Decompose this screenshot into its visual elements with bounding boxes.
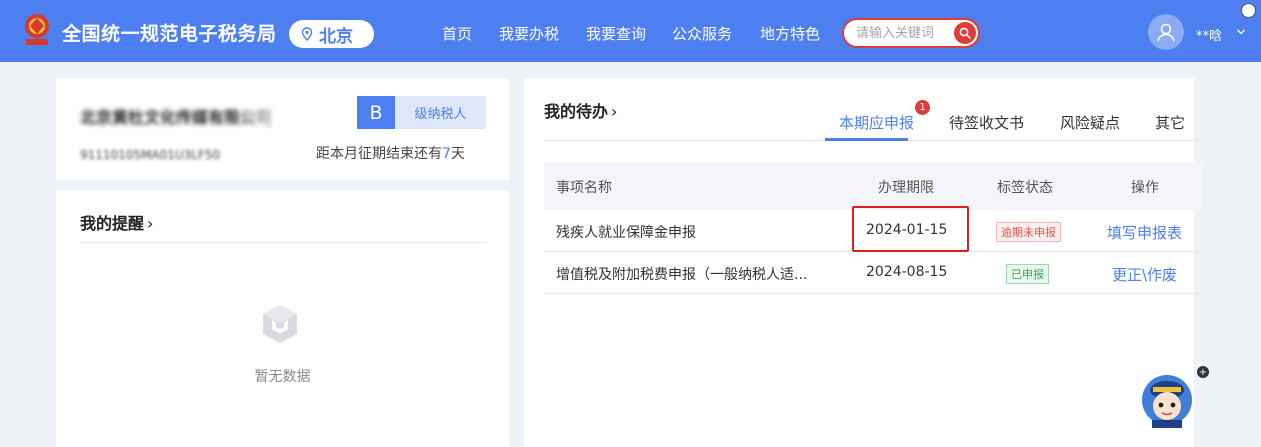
nav-query[interactable]: 我要查询 bbox=[586, 23, 646, 44]
column-header-name: 事项名称 bbox=[556, 180, 612, 196]
item-name: 残疾人就业保障金申报 bbox=[556, 225, 696, 241]
active-tab-indicator bbox=[825, 138, 908, 141]
deadline-prefix: 距本月征期结束还有 bbox=[316, 146, 442, 162]
city-selector[interactable]: 北京 bbox=[289, 20, 374, 48]
nav-local-features[interactable]: 地方特色 bbox=[760, 23, 820, 44]
user-avatar-icon bbox=[1157, 23, 1175, 42]
city-label: 北京 bbox=[319, 26, 353, 47]
search-icon bbox=[959, 27, 971, 39]
nav-home[interactable]: 首页 bbox=[442, 23, 472, 44]
tab-badge-count: 1 bbox=[915, 100, 930, 115]
reminder-card: 我的提醒 › 暂无数据 bbox=[56, 190, 509, 447]
site-title[interactable]: 全国统一规范电子税务局 bbox=[62, 19, 277, 46]
reminder-title: 我的提醒 bbox=[80, 214, 145, 233]
tax-id: 91110105MA01U3LF50 bbox=[80, 144, 270, 162]
todo-table-header: 事项名称 办理期限 标签状态 操作 bbox=[544, 162, 1202, 210]
taxpayer-level-text: 级纳税人 bbox=[395, 96, 486, 129]
company-card: 北京黄杜文化传媒有限公司 B 级纳税人 91110105MA01U3LF50 距… bbox=[56, 78, 509, 180]
taxpayer-level-letter: B bbox=[357, 96, 395, 129]
tax-emblem-icon[interactable] bbox=[20, 12, 54, 48]
column-header-action: 操作 bbox=[1131, 180, 1159, 196]
tab-risk-points[interactable]: 风险疑点 bbox=[1060, 112, 1120, 133]
chevron-down-icon[interactable] bbox=[1236, 27, 1246, 37]
status-badge: 逾期未申报 bbox=[996, 222, 1061, 242]
tab-current-period-filing[interactable]: 本期应申报 bbox=[839, 112, 914, 133]
item-deadline: 2024-08-15 bbox=[866, 264, 948, 280]
nav-public-service[interactable]: 公众服务 bbox=[672, 23, 732, 44]
todo-title: 我的待办 bbox=[544, 102, 609, 121]
correct-void-link[interactable]: 更正\作废 bbox=[1112, 264, 1177, 285]
search-input[interactable] bbox=[856, 25, 944, 41]
deadline-notice: 距本月征期结束还有7天 bbox=[316, 143, 465, 163]
reminder-heading[interactable]: 我的提醒 › bbox=[80, 210, 153, 234]
reminder-divider bbox=[80, 242, 486, 243]
table-row: 增值税及附加税费申报（一般纳税人适... 2024-08-15 已申报 更正\作… bbox=[544, 252, 1202, 294]
search-button[interactable] bbox=[954, 22, 976, 44]
status-badge: 已申报 bbox=[1006, 264, 1049, 284]
todo-heading[interactable]: 我的待办 › bbox=[544, 98, 617, 122]
deadline-suffix: 天 bbox=[450, 146, 465, 162]
taxpayer-level-badge: B 级纳税人 bbox=[357, 96, 486, 129]
company-name-fade bbox=[230, 104, 330, 126]
column-header-status: 标签状态 bbox=[997, 180, 1053, 196]
tax-id-text: 91110105MA01U3LF50 bbox=[80, 148, 221, 162]
chevron-right-icon: › bbox=[611, 102, 618, 121]
top-navigation-bar: 全国统一规范电子税务局 北京 首页 我要办税 我要查询 公众服务 地方特色 **… bbox=[0, 0, 1261, 62]
mascot-assistant-icon[interactable] bbox=[1140, 370, 1194, 428]
company-name: 北京黄杜文化传媒有限公司 bbox=[80, 104, 330, 127]
search-box bbox=[842, 18, 980, 48]
empty-state-text: 暂无数据 bbox=[254, 369, 311, 385]
user-avatar[interactable] bbox=[1148, 14, 1184, 50]
chevron-right-icon: › bbox=[147, 214, 154, 233]
todo-card: 我的待办 › 本期应申报 1 待签收文书 风险疑点 其它 事项名称 办理期限 标签… bbox=[524, 78, 1202, 447]
location-pin-icon bbox=[301, 27, 313, 41]
tab-pending-documents[interactable]: 待签收文书 bbox=[949, 112, 1024, 133]
deadline-highlight-box bbox=[852, 206, 969, 252]
empty-box-icon bbox=[263, 305, 297, 343]
tab-other[interactable]: 其它 bbox=[1155, 112, 1185, 133]
user-name[interactable]: **晗 bbox=[1196, 25, 1222, 44]
column-header-deadline: 办理期限 bbox=[878, 180, 934, 196]
nav-do-tax[interactable]: 我要办税 bbox=[499, 23, 559, 44]
fill-filing-form-link[interactable]: 填写申报表 bbox=[1107, 222, 1182, 243]
deadline-days: 7 bbox=[442, 146, 451, 162]
item-name: 增值税及附加税费申报（一般纳税人适... bbox=[556, 267, 808, 283]
accessibility-icon[interactable] bbox=[1241, 3, 1256, 18]
add-icon[interactable]: + bbox=[1197, 366, 1209, 378]
